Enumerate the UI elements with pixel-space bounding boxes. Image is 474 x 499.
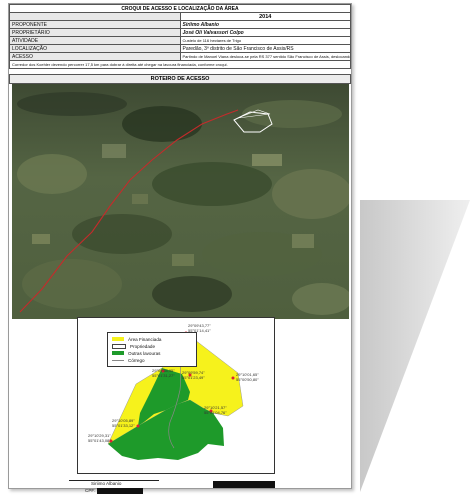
field-value: José Oli Valvassori Colpo — [179, 28, 351, 37]
legend-swatch — [112, 359, 124, 361]
legend-label: Área Financiada — [128, 336, 162, 342]
coord-lon: 55°01'31,27" — [152, 373, 175, 378]
field-value: Siriimo Albanio — [179, 20, 351, 29]
legend-item: Córrego — [112, 357, 145, 363]
field-value: Partindo de Manoel Viana desloca-se pela… — [179, 52, 351, 61]
redacted-block — [213, 481, 275, 488]
legend-label: Outras lavouras — [128, 350, 161, 356]
section-title: ROTEIRO DE ACESSO — [9, 74, 351, 84]
header-table: CROQUI DE ACESSO E LOCALIZAÇÃO DA ÁREA 2… — [9, 4, 351, 69]
page-shadow — [360, 200, 470, 492]
legend-label: Córrego — [128, 357, 145, 363]
field-label: ACESSO — [9, 52, 181, 61]
coord-lon: 55°01'33,12" — [112, 423, 135, 428]
field-label: PROPRIETÁRIO — [9, 28, 181, 37]
field-label: PROPONENTE — [9, 20, 181, 29]
map-legend: Área Financiada Propriedade Outras lavou… — [107, 332, 197, 367]
legend-swatch — [112, 337, 124, 341]
field-label: ATIVIDADE — [9, 36, 181, 45]
legend-item: Outras lavouras — [112, 350, 160, 356]
signature-name: Siriimo Albanio — [91, 481, 122, 486]
document-title: CROQUI DE ACESSO E LOCALIZAÇÃO DA ÁREA — [9, 4, 351, 13]
document-year: 2014 — [179, 12, 351, 21]
field-label: LOCALIZAÇÃO — [9, 44, 181, 53]
signature-cpf-label: CPF: — [85, 488, 96, 493]
satellite-image — [12, 84, 349, 319]
access-continuation: Corredor dos Koehler devendo percorrer 1… — [9, 60, 351, 69]
legend-swatch — [112, 351, 124, 355]
coord-lon: 55°00'50,80" — [236, 377, 259, 382]
legend-swatch — [112, 343, 126, 349]
coord-lon: 55°01'04,76" — [204, 410, 227, 415]
coord-lon: 55°01'43,08" — [88, 438, 111, 443]
field-value: Custeio de 116 hectares de Trigo — [179, 36, 351, 45]
field-value: Paredão, 3º distrito de São Francisco de… — [179, 44, 351, 53]
legend-item: Área Financiada — [112, 336, 161, 342]
legend-label: Propriedade — [130, 343, 156, 349]
redacted-cpf — [97, 488, 143, 494]
coord-lon: 55°01'23,49" — [182, 375, 205, 380]
legend-item: Propriedade — [112, 343, 155, 349]
document-sheet: CROQUI DE ACESSO E LOCALIZAÇÃO DA ÁREA 2… — [8, 3, 352, 494]
